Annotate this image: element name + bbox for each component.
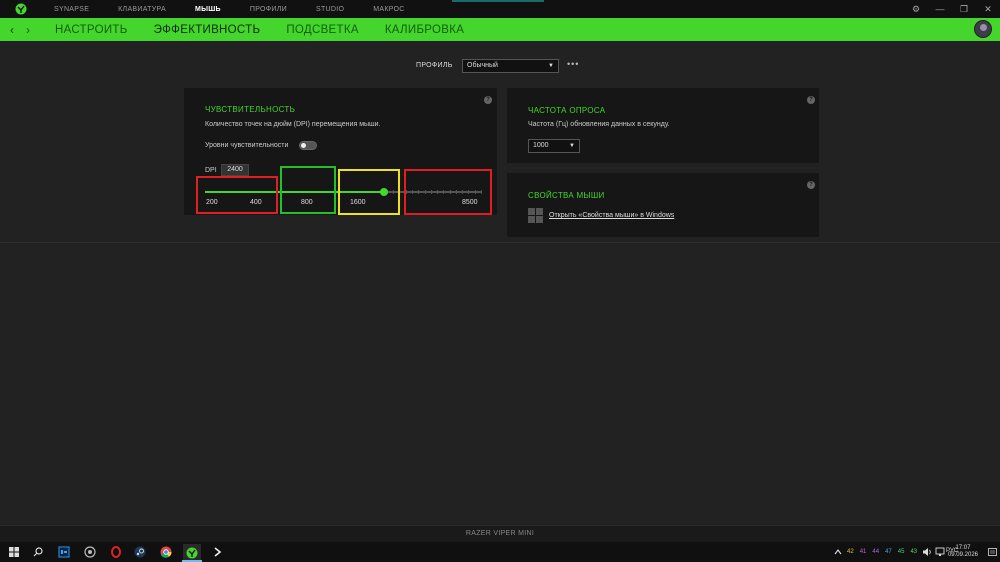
polling-rate-title: ЧАСТОТА ОПРОСА	[528, 106, 606, 115]
avatar[interactable]	[974, 20, 992, 38]
top-nav-synapse[interactable]: SYNAPSE	[54, 6, 89, 13]
tab-customize[interactable]: НАСТРОИТЬ	[55, 24, 128, 36]
top-nav-profiles[interactable]: ПРОФИЛИ	[250, 6, 287, 13]
more-options-button[interactable]: •••	[567, 59, 579, 69]
speaker-icon[interactable]	[920, 545, 934, 559]
polling-rate-value: 1000	[533, 142, 549, 149]
sub-nav-bar: ‹ › НАСТРОИТЬ ЭФФЕКТИВНОСТЬ ПОДСВЕТКА КА…	[0, 18, 1000, 41]
network-icon[interactable]	[933, 545, 947, 559]
help-icon[interactable]: ?	[807, 181, 815, 189]
help-icon[interactable]: ?	[484, 96, 492, 104]
tab-performance[interactable]: ЭФФЕКТИВНОСТЬ	[154, 24, 261, 36]
windows-logo-icon	[528, 208, 544, 223]
system-clock[interactable]: 17:07 09.09.2026	[948, 545, 978, 559]
top-nav-bar: SYNAPSE КЛАВИАТУРА МЫШЬ ПРОФИЛИ STUDIO М…	[0, 0, 1000, 18]
aperture-app-icon[interactable]	[83, 545, 97, 559]
sensitivity-title: ЧУВСТВИТЕЛЬНОСТЬ	[205, 105, 296, 114]
top-strip	[452, 0, 544, 2]
tray-monitor-value[interactable]: 44	[872, 549, 879, 555]
razer-synapse-taskbar-icon[interactable]	[183, 544, 201, 561]
device-name-bar[interactable]: RAZER VIPER MINI	[0, 525, 1000, 542]
profile-dropdown[interactable]: Обычный ▼	[462, 59, 559, 73]
profile-value: Обычный	[467, 62, 498, 69]
forward-arrow-icon[interactable]: ›	[20, 23, 36, 37]
top-nav-studio[interactable]: STUDIO	[316, 6, 344, 13]
windows-taskbar: 42 41 44 47 45 43 РУС 17:07 09.09.2026	[0, 542, 1000, 562]
mouse-properties-card	[507, 173, 819, 237]
steam-icon[interactable]	[133, 545, 147, 559]
sensitivity-description: Количество точек на дюйм (DPI) перемещен…	[205, 121, 381, 128]
chevron-down-icon: ▼	[548, 63, 554, 69]
chevron-down-icon: ▼	[569, 143, 575, 149]
opera-icon[interactable]	[109, 545, 123, 559]
maximize-button[interactable]: ❐	[952, 0, 976, 18]
sensitivity-stages-toggle[interactable]	[299, 141, 317, 150]
clock-date: 09.09.2026	[947, 552, 978, 558]
razer-logo-icon[interactable]	[14, 2, 28, 16]
polling-rate-description: Частота (Гц) обновления данных в секунду…	[528, 121, 670, 128]
profile-label: ПРОФИЛЬ	[416, 62, 453, 69]
highlight-box-yellow	[338, 169, 400, 215]
top-nav-keyboard[interactable]: КЛАВИАТУРА	[118, 6, 166, 13]
window-controls: ⚙ — ❐ ✕	[904, 0, 1000, 18]
tray-monitor-value[interactable]: 41	[860, 549, 867, 555]
highlight-box-green	[280, 166, 336, 214]
highlight-box-red-left	[196, 176, 278, 214]
tray-monitor-value[interactable]: 42	[847, 549, 854, 555]
settings-icon[interactable]: ⚙	[904, 0, 928, 18]
tray-monitor-value[interactable]: 47	[885, 549, 892, 555]
close-button[interactable]: ✕	[976, 0, 1000, 18]
tray-monitor-value[interactable]: 43	[910, 549, 917, 555]
windows-start-icon[interactable]	[7, 545, 21, 559]
back-arrow-icon[interactable]: ‹	[4, 23, 20, 37]
top-nav-mouse[interactable]: МЫШЬ	[195, 6, 221, 13]
minimize-button[interactable]: —	[928, 0, 952, 18]
razer-synapse-window: SYNAPSE КЛАВИАТУРА МЫШЬ ПРОФИЛИ STUDIO М…	[0, 0, 1000, 542]
notification-icon[interactable]	[985, 545, 999, 559]
polling-rate-dropdown[interactable]: 1000 ▼	[528, 139, 580, 153]
chevron-up-icon[interactable]	[831, 545, 845, 559]
tab-lighting[interactable]: ПОДСВЕТКА	[286, 24, 359, 36]
terminal-icon[interactable]	[211, 545, 225, 559]
tab-calibration[interactable]: КАЛИБРОВКА	[385, 24, 464, 36]
mouse-properties-title: СВОЙСТВА МЫШИ	[528, 191, 605, 200]
clock-time: 17:07	[955, 545, 971, 551]
system-tray-monitors: 42 41 44 47 45 43	[847, 542, 923, 562]
highlight-box-red-right	[404, 169, 492, 215]
photoshop-icon[interactable]	[57, 545, 71, 559]
dpi-input[interactable]: 2400	[221, 164, 249, 176]
tray-monitor-value[interactable]: 45	[898, 549, 905, 555]
search-icon[interactable]	[31, 545, 45, 559]
help-icon[interactable]: ?	[807, 96, 815, 104]
sensitivity-stages-label: Уровни чувствительности	[205, 142, 289, 149]
open-mouse-properties-link[interactable]: Открыть «Свойства мыши» в Windows	[549, 212, 674, 219]
top-nav-macro[interactable]: МАКРОС	[373, 6, 404, 13]
dpi-label: DPI	[205, 167, 217, 174]
chrome-icon[interactable]	[159, 545, 173, 559]
